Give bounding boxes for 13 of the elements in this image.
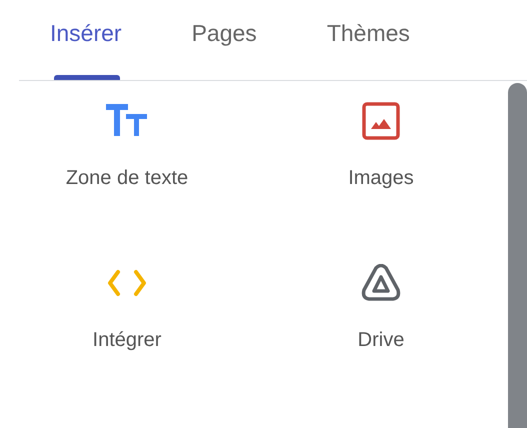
text-format-icon bbox=[106, 104, 148, 138]
code-brackets-icon bbox=[107, 268, 147, 298]
tab[interactable]: Thèmes bbox=[326, 0, 410, 80]
insert-item[interactable]: Intégrer bbox=[0, 253, 254, 415]
insert-item[interactable]: Drive bbox=[254, 253, 508, 415]
insert-item[interactable]: Images bbox=[254, 91, 508, 253]
tab[interactable]: Pages bbox=[192, 0, 257, 80]
active-tab-indicator bbox=[54, 75, 120, 80]
image-icon bbox=[362, 102, 400, 140]
insert-item[interactable]: Zone de texte bbox=[0, 91, 254, 253]
drive-icon bbox=[360, 264, 402, 302]
scrollbar[interactable] bbox=[508, 83, 527, 428]
tab[interactable]: Insérer bbox=[50, 0, 122, 80]
